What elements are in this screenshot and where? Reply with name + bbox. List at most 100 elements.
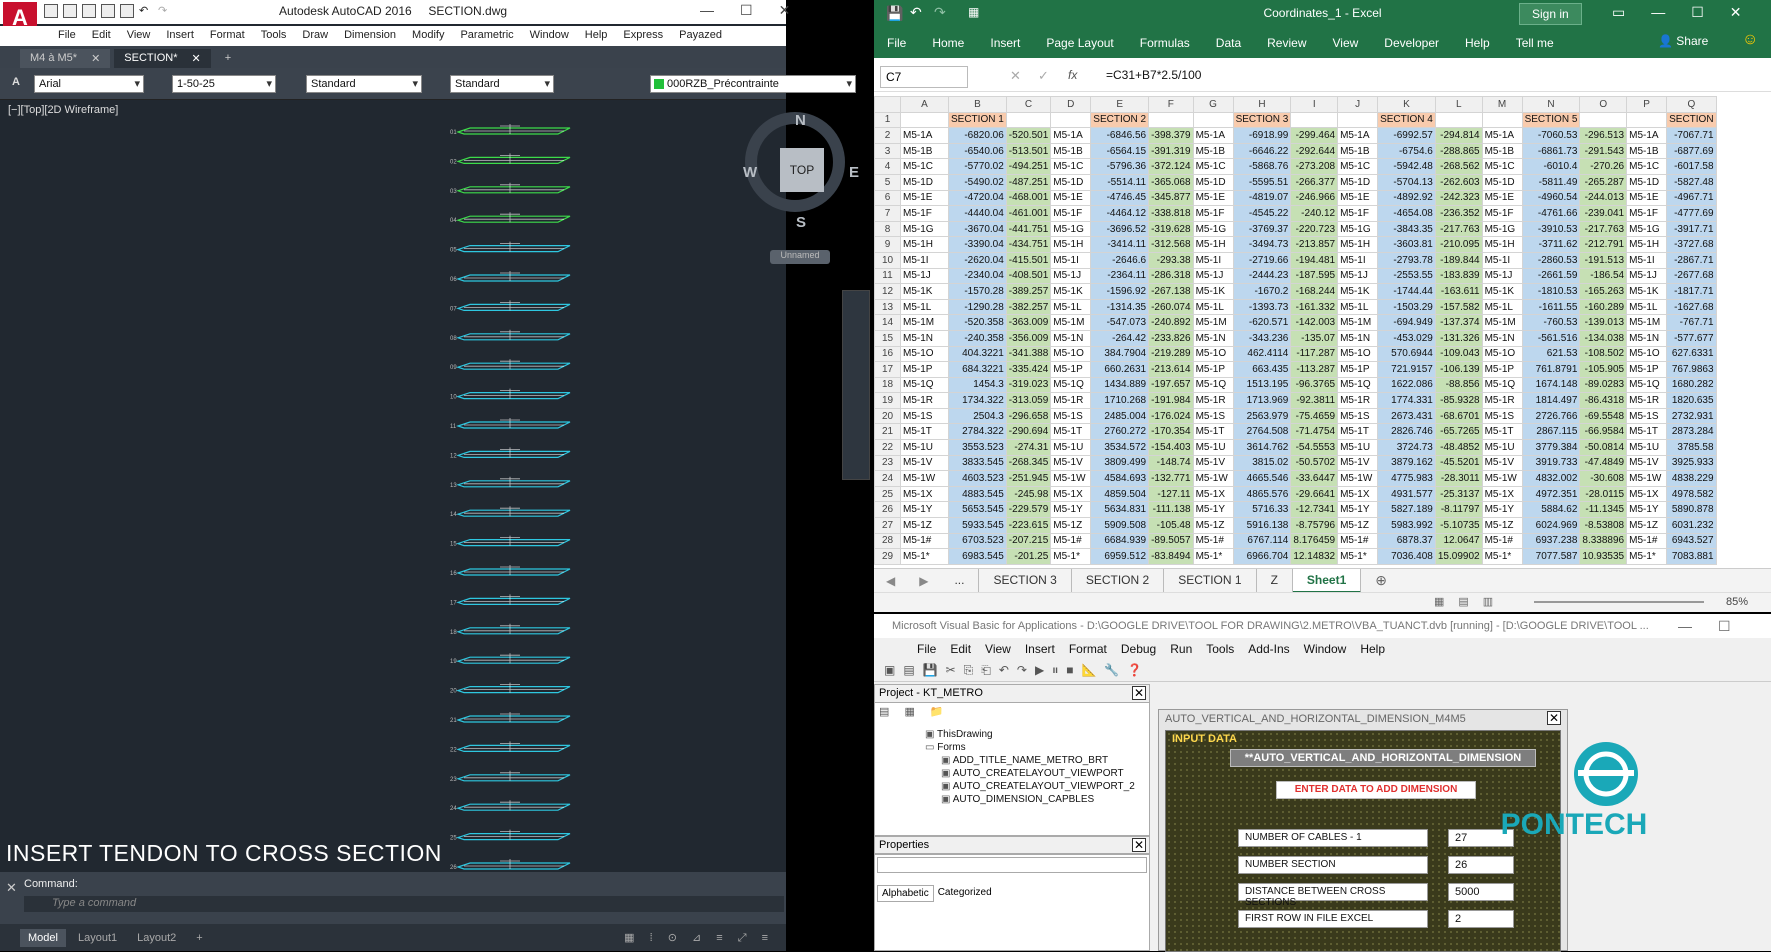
vba-menu-window[interactable]: Window (1297, 638, 1354, 660)
cell[interactable]: -29.6641 (1290, 485, 1339, 503)
cell[interactable]: -4720.04 (948, 189, 1007, 207)
cell[interactable]: -441.751 (1005, 220, 1052, 238)
cell[interactable]: M5-1E (1050, 189, 1092, 207)
cell[interactable]: -268.562 (1434, 158, 1483, 175)
cell[interactable]: M5-1# (1626, 532, 1668, 550)
cell[interactable]: -415.501 (1005, 251, 1052, 269)
cell[interactable]: -106.139 (1434, 361, 1483, 378)
cross-section[interactable]: 05 (450, 241, 571, 254)
cell[interactable]: -398.379 (1148, 127, 1194, 144)
cell[interactable]: -3727.68 (1666, 236, 1717, 253)
cell[interactable]: 6703.523 (948, 532, 1007, 550)
cell[interactable]: M5-1S (1192, 407, 1234, 425)
cell[interactable]: M5-1I (1481, 251, 1523, 269)
cell[interactable]: M5-1X (1481, 485, 1523, 503)
cell[interactable]: -142.003 (1290, 314, 1339, 331)
tree-item[interactable]: ▣ AUTO_CREATELAYOUT_VIEWPORT (941, 768, 1124, 779)
cell[interactable]: -1290.28 (948, 298, 1007, 316)
cell[interactable]: M5-1L (1050, 298, 1092, 316)
cell[interactable]: -270.26 (1579, 158, 1628, 175)
cell[interactable]: M5-1N (1481, 329, 1523, 347)
close-icon[interactable]: ✕ (1132, 686, 1146, 700)
cell[interactable]: M5-1T (1192, 423, 1234, 441)
cell[interactable] (1050, 111, 1092, 129)
cell[interactable]: M5-1V (1337, 454, 1379, 472)
cell[interactable]: M5-1D (900, 173, 949, 191)
row-header[interactable]: 29 (874, 548, 901, 565)
cell[interactable]: 6983.545 (948, 548, 1007, 565)
text-style-select[interactable]: Standard (306, 75, 422, 93)
cell[interactable]: -148.74 (1148, 454, 1194, 472)
cell[interactable]: M5-1S (1050, 407, 1092, 425)
minimize-icon[interactable]: — (700, 2, 714, 19)
cell[interactable]: 2760.272 (1090, 423, 1150, 441)
cell[interactable]: M5-1B (1626, 142, 1668, 160)
cell[interactable]: M5-1U (900, 439, 949, 456)
cell[interactable]: -5595.51 (1232, 173, 1292, 191)
menu-file[interactable]: File (50, 26, 84, 46)
row-header[interactable]: 24 (874, 470, 901, 487)
cell[interactable]: -4967.71 (1666, 189, 1717, 207)
view-mode-icons[interactable]: ▦▤▥ (1434, 595, 1507, 608)
cell[interactable]: M5-1A (1626, 127, 1668, 144)
minimize-icon[interactable]: — (1678, 618, 1692, 635)
cell[interactable]: -48.4852 (1434, 439, 1483, 456)
cell[interactable]: -5.10735 (1434, 517, 1483, 534)
row-header[interactable]: 3 (874, 142, 901, 160)
cell[interactable]: M5-1M (1192, 314, 1234, 331)
cross-section[interactable]: 19 (450, 653, 571, 665)
cell[interactable]: -487.251 (1005, 173, 1052, 191)
object-select[interactable] (877, 857, 1147, 873)
cross-section[interactable]: 08 (450, 329, 571, 342)
cell[interactable]: -7067.71 (1666, 127, 1717, 144)
cell[interactable]: -2553.55 (1377, 267, 1436, 285)
cell[interactable]: -157.582 (1434, 298, 1483, 316)
cell[interactable]: -1570.28 (948, 283, 1007, 300)
cell[interactable]: -236.352 (1434, 205, 1483, 222)
cell[interactable]: -7060.53 (1521, 127, 1581, 144)
cell[interactable]: -2620.04 (948, 251, 1007, 269)
cell[interactable]: M5-1O (1626, 345, 1668, 363)
cell[interactable]: M5-1F (1050, 205, 1092, 222)
cell[interactable]: -3917.71 (1666, 220, 1717, 238)
cell[interactable]: M5-1J (1626, 267, 1668, 285)
cell[interactable]: M5-1P (1481, 361, 1523, 378)
cell[interactable]: -313.059 (1005, 392, 1052, 409)
cell[interactable]: -319.628 (1148, 220, 1194, 238)
ribbon-tab-review[interactable]: Review (1254, 36, 1319, 50)
cell[interactable]: M5-1I (1626, 251, 1668, 269)
sheet-tab[interactable]: SECTION 1 (1164, 568, 1257, 593)
cell[interactable]: M5-1# (1481, 532, 1523, 550)
cell[interactable]: 4584.693 (1090, 470, 1150, 487)
cell[interactable]: 627.6331 (1666, 345, 1717, 363)
cell[interactable]: -6846.56 (1090, 127, 1150, 144)
cell[interactable]: 684.3221 (948, 361, 1007, 378)
vba-menu-file[interactable]: File (910, 638, 943, 660)
cell[interactable]: -25.3137 (1434, 485, 1483, 503)
new-sheet-icon[interactable]: ⊕ (1361, 572, 1401, 589)
cell[interactable]: -356.009 (1005, 329, 1052, 347)
menu-insert[interactable]: Insert (158, 26, 202, 46)
cell[interactable]: -45.5201 (1434, 454, 1483, 472)
cell[interactable]: M5-1E (1192, 189, 1234, 207)
section-header-cell[interactable]: SECTION (1666, 111, 1717, 129)
cell[interactable]: -3670.04 (948, 220, 1007, 238)
vba-menu-edit[interactable]: Edit (943, 638, 978, 660)
cell[interactable]: 6943.527 (1666, 532, 1717, 550)
cell[interactable]: M5-1L (1481, 298, 1523, 316)
cell[interactable]: M5-1C (1481, 158, 1523, 175)
cell[interactable]: -50.5702 (1290, 454, 1339, 472)
cell[interactable]: M5-1B (1337, 142, 1379, 160)
cell[interactable]: M5-1T (1337, 423, 1379, 441)
cell[interactable]: M5-1Q (1192, 376, 1234, 394)
cell[interactable]: -345.877 (1148, 189, 1194, 207)
field-value-input[interactable]: 26 (1448, 856, 1514, 874)
cell[interactable]: M5-1O (900, 345, 949, 363)
compass-north[interactable]: N (795, 112, 806, 129)
cell[interactable]: M5-1F (1337, 205, 1379, 222)
cell[interactable]: M5-1H (1481, 236, 1523, 253)
vba-menu-help[interactable]: Help (1353, 638, 1392, 660)
cross-section[interactable]: 06 (450, 271, 571, 283)
cell[interactable]: -6646.22 (1232, 142, 1292, 160)
cell[interactable]: 6031.232 (1666, 517, 1717, 534)
